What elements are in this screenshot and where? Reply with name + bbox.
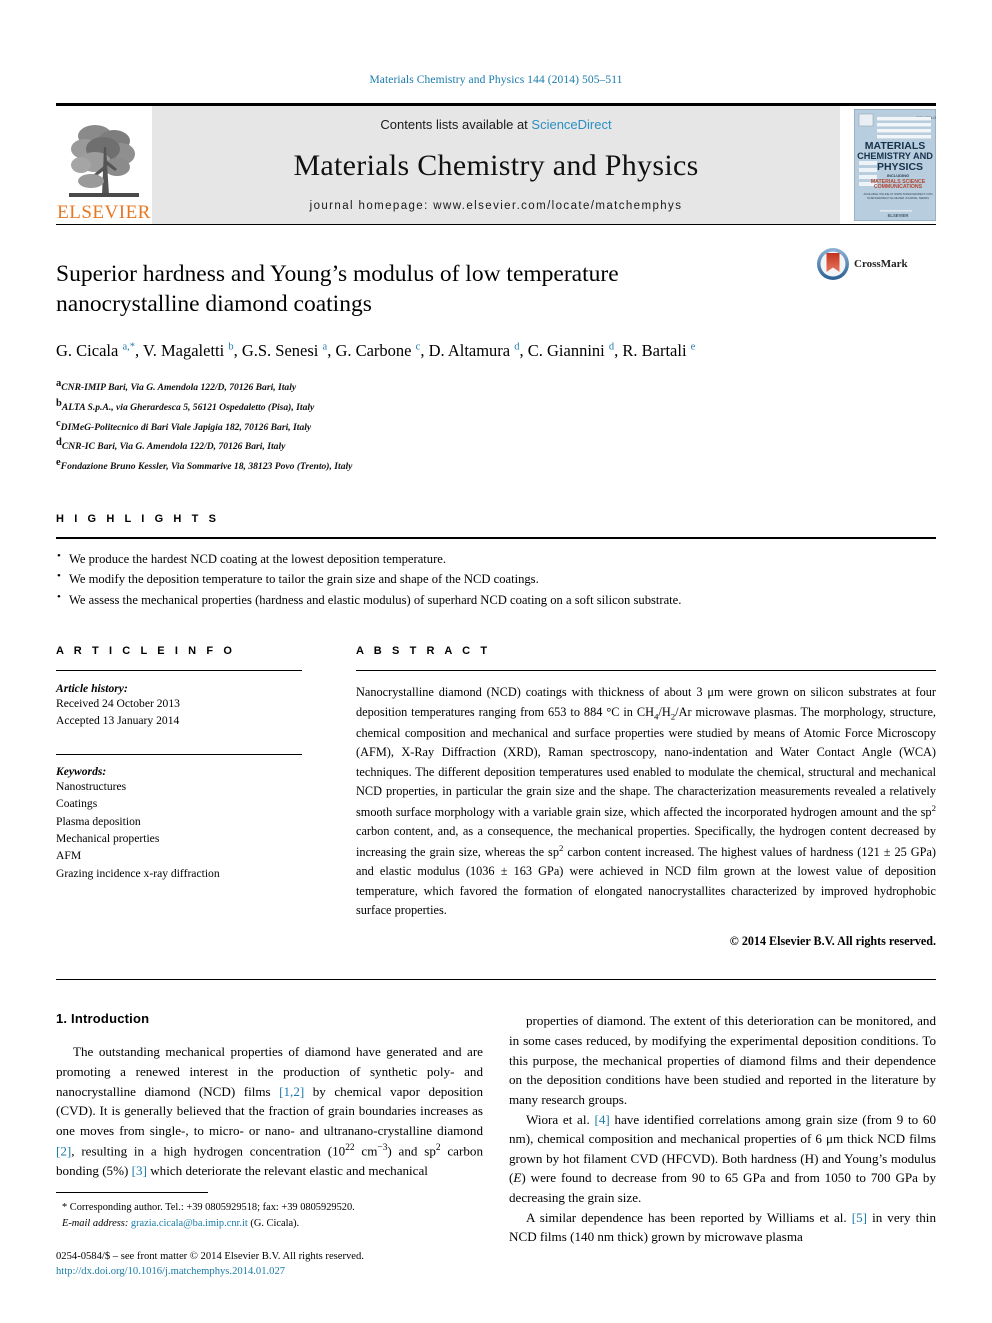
contents-prefix: Contents lists available at [380, 117, 532, 132]
affiliation-text: DIMeG-Politecnico di Bari Viale Japigia … [60, 421, 312, 433]
abstract-heading: A B S T R A C T [356, 645, 491, 658]
svg-text:INCLUDING: INCLUDING [887, 173, 909, 178]
highlight-item: We assess the mechanical properties (har… [56, 589, 936, 610]
keyword-item: Plasma deposition [56, 814, 141, 828]
author-list: G. Cicala a,*, V. Magaletti b, G.S. Sene… [56, 341, 696, 361]
journal-cover-thumbnail: ISSN 0254-0584 MATERIALS CHEMISTRY AND P… [840, 106, 936, 224]
svg-text:COMMUNICATIONS: COMMUNICATIONS [874, 184, 923, 190]
highlights-section: H I G H L I G H T S We produce the harde… [56, 513, 936, 610]
intro-paragraph: Wiora et al. [4] have identified correla… [509, 1111, 936, 1206]
body-column-right: properties of diamond. The extent of thi… [509, 1011, 936, 1247]
contents-available-line: Contents lists available at ScienceDirec… [380, 117, 611, 132]
journal-masthead: ELSEVIER Contents lists available at Sci… [56, 103, 936, 224]
article-history-received: Received 24 October 2013 [56, 697, 180, 711]
affiliation-item: aCNR-IMIP Bari, Via G. Amendola 122/D, 7… [56, 376, 936, 396]
crossmark-label: CrossMark [854, 258, 908, 270]
elsevier-logo: ELSEVIER [56, 106, 152, 224]
sciencedirect-link[interactable]: ScienceDirect [531, 117, 611, 132]
keyword-item: Mechanical properties [56, 832, 160, 846]
introduction-heading: 1. Introduction [56, 1011, 150, 1027]
page-title: Superior hardness and Young’s modulus of… [56, 261, 619, 318]
imprint-block: 0254-0584/$ – see front matter © 2014 El… [56, 1249, 483, 1280]
crossmark-icon [817, 248, 849, 280]
affiliation-item: dCNR-IC Bari, Via G. Amendola 122/D, 701… [56, 435, 936, 455]
email-label: E-mail address: [62, 1218, 129, 1230]
svg-text:SCIENCEDIRECT ELSEVIER JOURNAL: SCIENCEDIRECT ELSEVIER JOURNAL SERIES [867, 196, 929, 200]
journal-homepage-link[interactable]: journal homepage: www.elsevier.com/locat… [310, 200, 683, 212]
corresponding-author-note: * Corresponding author. Tel.: +39 080592… [62, 1202, 355, 1214]
elsevier-wordmark: ELSEVIER [57, 202, 151, 223]
email-note: E-mail address: grazia.cicala@ba.imip.cn… [56, 1216, 483, 1232]
intro-paragraph: properties of diamond. The extent of thi… [509, 1013, 936, 1107]
crossmark-badge[interactable]: CrossMark [816, 247, 936, 281]
imprint-line: 0254-0584/$ – see front matter © 2014 El… [56, 1250, 364, 1262]
intro-paragraph: A similar dependence has been reported b… [509, 1209, 936, 1245]
svg-text:CHEMISTRY AND: CHEMISTRY AND [857, 151, 933, 161]
article-history-block: Article history: Received 24 October 201… [56, 671, 302, 741]
footnote-rule [56, 1192, 208, 1194]
info-abstract-section: A R T I C L E I N F O Article history: R… [56, 645, 936, 949]
affiliation-item: cDIMeG-Politecnico di Bari Viale Japigia… [56, 416, 936, 436]
elsevier-tree-icon [69, 125, 139, 197]
journal-title: Materials Chemistry and Physics [293, 149, 699, 182]
abstract-copyright: © 2014 Elsevier B.V. All rights reserved… [729, 934, 936, 949]
keywords-block: Keywords: Nanostructures Coatings Plasma… [56, 755, 302, 882]
article-history-label: Article history: [56, 682, 128, 696]
keyword-item: Coatings [56, 797, 98, 811]
cover-image: ISSN 0254-0584 MATERIALS CHEMISTRY AND P… [854, 109, 936, 221]
affiliation-text: CNR-IC Bari, Via G. Amendola 122/D, 7012… [61, 441, 286, 453]
email-link[interactable]: grazia.cicala@ba.imip.cnr.it [131, 1218, 248, 1229]
highlight-item: We produce the hardest NCD coating at th… [56, 548, 936, 569]
affiliation-text: CNR-IMIP Bari, Via G. Amendola 122/D, 70… [61, 382, 297, 394]
affiliation-list: aCNR-IMIP Bari, Via G. Amendola 122/D, 7… [56, 376, 936, 475]
highlights-list: We produce the hardest NCD coating at th… [56, 539, 936, 610]
footnote-zone: * Corresponding author. Tel.: +39 080592… [56, 1192, 483, 1280]
highlights-heading: H I G H L I G H T S [56, 512, 220, 525]
abstract-body: Nanocrystalline diamond (NCD) coatings w… [356, 685, 937, 917]
keyword-item: Grazing incidence x-ray diffraction [56, 866, 220, 880]
article-info-column: A R T I C L E I N F O Article history: R… [56, 645, 302, 949]
svg-text:PHYSICS: PHYSICS [877, 161, 923, 173]
article-info-heading: A R T I C L E I N F O [56, 645, 236, 658]
keyword-item: Nanostructures [56, 779, 127, 793]
doi-link[interactable]: http://dx.doi.org/10.1016/j.matchemphys.… [56, 1264, 483, 1280]
highlight-item: We modify the deposition temperature to … [56, 568, 936, 589]
article-page: Materials Chemistry and Physics 144 (201… [0, 0, 992, 1323]
affiliation-text: Fondazione Bruno Kessler, Via Sommarive … [60, 461, 353, 473]
keyword-item: AFM [56, 849, 82, 863]
affiliation-item: bALTA S.p.A., via Gherardesca 5, 56121 O… [56, 396, 936, 416]
article-history-accepted: Accepted 13 January 2014 [56, 714, 180, 728]
intro-paragraph: The outstanding mechanical properties of… [56, 1044, 483, 1178]
svg-text:ELSEVIER: ELSEVIER [888, 213, 909, 218]
keywords-label: Keywords: [56, 764, 107, 778]
abstract-column: A B S T R A C T Nanocrystalline diamond … [356, 645, 936, 949]
affiliation-item: eFondazione Bruno Kessler, Via Sommarive… [56, 455, 936, 475]
running-head: Materials Chemistry and Physics 144 (201… [369, 74, 623, 86]
title-block: CrossMark Superior hardness and Young’s … [56, 224, 936, 475]
email-suffix: (G. Cicala). [250, 1218, 300, 1230]
masthead-center: Contents lists available at ScienceDirec… [152, 106, 840, 224]
affiliation-text: ALTA S.p.A., via Gherardesca 5, 56121 Os… [61, 402, 315, 414]
body-divider [56, 979, 936, 981]
